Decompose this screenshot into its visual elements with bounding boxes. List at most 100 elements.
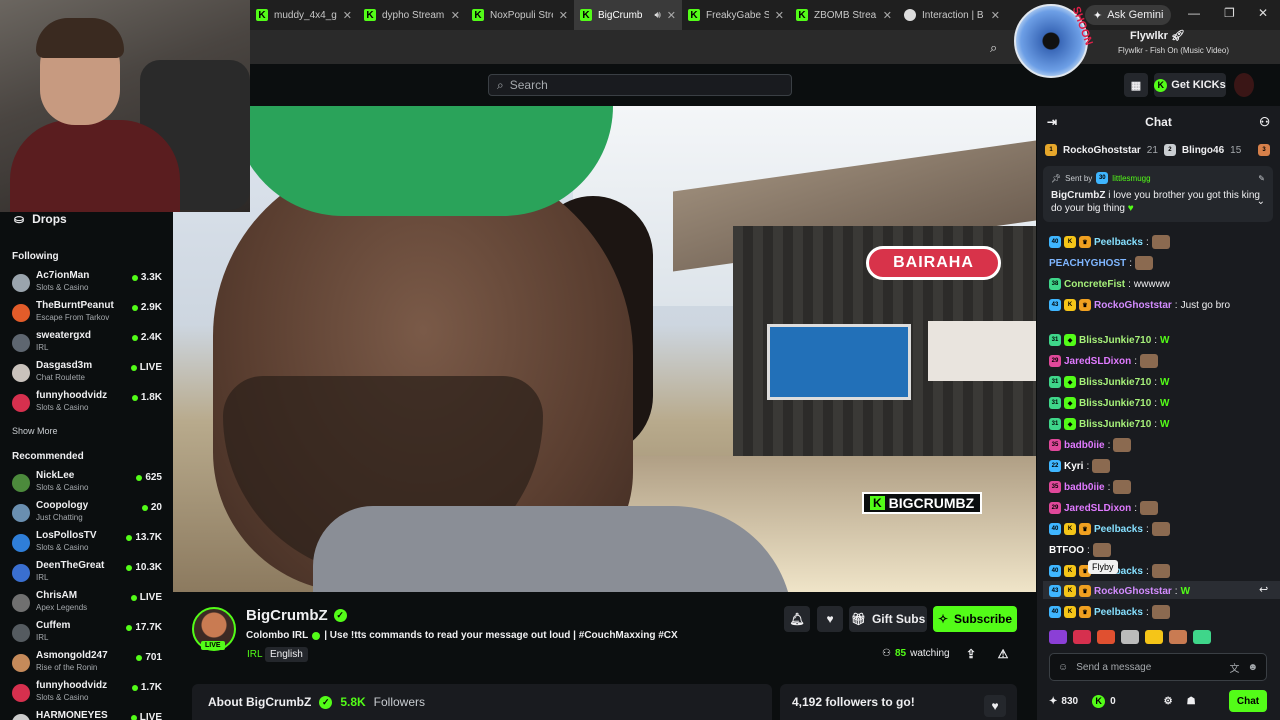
- chat-username[interactable]: ConcreteFist: [1064, 279, 1125, 290]
- tab-close-icon[interactable]: ✕: [775, 9, 784, 22]
- chat-username[interactable]: BlissJunkie710: [1079, 398, 1151, 409]
- chat-message[interactable]: 31 ◆ BlissJunkie710: W: [1049, 332, 1170, 348]
- emote-icon[interactable]: [1169, 630, 1187, 644]
- sidebar-channel[interactable]: TheBurntPeanut Escape From Tarkov 2.9K: [12, 300, 162, 328]
- chat-username[interactable]: badb0iie: [1064, 482, 1105, 493]
- send-chat-button[interactable]: Chat: [1229, 690, 1267, 712]
- sidebar-channel[interactable]: HARMONEYES LIVE: [12, 710, 162, 720]
- category-tag[interactable]: IRL: [242, 647, 268, 662]
- search-input[interactable]: ⌕ Search: [488, 74, 792, 96]
- chat-message[interactable]: BTFOO:: [1049, 542, 1111, 558]
- chat-message[interactable]: PEACHYGHOST:: [1049, 255, 1154, 271]
- emote-icon[interactable]: [1097, 630, 1115, 644]
- chat-message[interactable]: 38 ConcreteFist: wwwww: [1049, 276, 1170, 292]
- chat-message[interactable]: 29 JaredSLDixon:: [1049, 500, 1159, 516]
- chat-username[interactable]: JaredSLDixon: [1064, 503, 1131, 514]
- tab-close-icon[interactable]: ✕: [667, 9, 676, 22]
- sidebar-channel[interactable]: Cuffem IRL 17.7K: [12, 620, 162, 648]
- pinned-sender[interactable]: littlesmugg: [1112, 174, 1150, 183]
- emote-icon[interactable]: [1073, 630, 1091, 644]
- chat-username[interactable]: Peelbacks: [1094, 524, 1143, 535]
- browser-tab[interactable]: Interaction | B ✕: [898, 0, 1006, 30]
- chat-message[interactable]: 43 K ♛ RockoGhoststar: Just go bro: [1049, 297, 1230, 313]
- sidebar-channel[interactable]: sweatergxd IRL 2.4K: [12, 330, 162, 358]
- sidebar-channel[interactable]: Dasgasd3m Chat Roulette LIVE: [12, 360, 162, 388]
- tab-close-icon[interactable]: ✕: [451, 9, 460, 22]
- chat-message[interactable]: 31 ◆ BlissJunkie710: W: [1049, 416, 1170, 432]
- chat-username[interactable]: Kyri: [1064, 461, 1083, 472]
- emoji-icon[interactable]: ☻: [1247, 662, 1258, 673]
- streamer-name[interactable]: BigCrumbZ ✓: [246, 607, 347, 624]
- browser-tab[interactable]: K NoxPopuli Stre ✕: [466, 0, 574, 30]
- sidebar-channel[interactable]: Ac7ionMan Slots & Casino 3.3K: [12, 270, 162, 298]
- chat-username[interactable]: RockoGhoststar: [1094, 586, 1172, 597]
- chat-message[interactable]: 40 K ♛ Peelbacks:: [1049, 604, 1170, 620]
- sidebar-channel[interactable]: NickLee Slots & Casino 625: [12, 470, 162, 498]
- emote-icon[interactable]: [1145, 630, 1163, 644]
- chat-message[interactable]: 29 JaredSLDixon:: [1049, 353, 1159, 369]
- pinned-author[interactable]: BigCrumbZ: [1051, 190, 1105, 201]
- video-player[interactable]: BAIRAHA: [173, 106, 1036, 592]
- chat-username[interactable]: BlissJunkie710: [1079, 335, 1151, 346]
- report-icon[interactable]: ⚠: [994, 645, 1012, 663]
- chat-username[interactable]: RockoGhoststar: [1094, 300, 1172, 311]
- subscribe-button[interactable]: ✧ Subscribe: [933, 606, 1017, 632]
- gear-icon[interactable]: ⚙: [1164, 696, 1173, 707]
- chat-username[interactable]: JaredSLDixon: [1064, 356, 1131, 367]
- chat-message[interactable]: 35 badb0iie:: [1049, 479, 1132, 495]
- drops-link[interactable]: ⛀ Drops: [14, 212, 67, 226]
- sidebar-channel[interactable]: funnyhoodvidz Slots & Casino 1.7K: [12, 680, 162, 708]
- sidebar-channel[interactable]: funnyhoodvidz Slots & Casino 1.8K: [12, 390, 162, 418]
- chevron-down-icon[interactable]: ⌄: [1257, 196, 1265, 207]
- chat-username[interactable]: PEACHYGHOST: [1049, 258, 1126, 269]
- browser-tab[interactable]: K BigCrumb 🔊︎ ✕: [574, 0, 682, 30]
- reply-icon[interactable]: ↩: [1259, 583, 1268, 596]
- emote-icon[interactable]: [1121, 630, 1139, 644]
- browser-tab[interactable]: K ZBOMB Strea ✕: [790, 0, 898, 30]
- collapse-chat-icon[interactable]: ⇥: [1047, 115, 1057, 129]
- heart-icon[interactable]: ♥: [817, 606, 843, 632]
- sidebar-channel[interactable]: DeenTheGreat IRL 10.3K: [12, 560, 162, 588]
- tab-close-icon[interactable]: ✕: [991, 9, 1000, 22]
- translate-icon[interactable]: 文: [1229, 660, 1239, 675]
- share-icon[interactable]: ⇪: [962, 645, 980, 663]
- tab-close-icon[interactable]: ✕: [559, 9, 568, 22]
- browser-tab[interactable]: Kmuddy_4x4_g ✕: [250, 0, 358, 30]
- language-tag[interactable]: English: [265, 647, 308, 662]
- sidebar-channel[interactable]: Coopology Just Chatting 20: [12, 500, 162, 528]
- chat-message[interactable]: 31 ◆ BlissJunkie710: W: [1049, 374, 1170, 390]
- unpin-icon[interactable]: ✎: [1258, 174, 1265, 183]
- browser-tab[interactable]: K FreakyGabe S ✕: [682, 0, 790, 30]
- emote-icon[interactable]: [1193, 630, 1211, 644]
- tab-close-icon[interactable]: ✕: [343, 9, 352, 22]
- chat-message[interactable]: 22 Kyri:: [1049, 458, 1111, 474]
- bell-icon[interactable]: 🔔︎: [784, 606, 810, 632]
- heart-icon[interactable]: ♥: [984, 695, 1006, 717]
- zoom-icon[interactable]: ⌕: [990, 40, 997, 56]
- emote-picker-icon[interactable]: ☺: [1058, 662, 1068, 673]
- chat-message[interactable]: 31 ◆ BlissJunkie710: W: [1049, 395, 1170, 411]
- chat-message[interactable]: 35 badb0iie:: [1049, 437, 1132, 453]
- tab-close-icon[interactable]: ✕: [883, 9, 892, 22]
- chat-message[interactable]: 40 K ♛ Peelbacks:: [1049, 521, 1170, 537]
- chat-username[interactable]: BTFOO: [1049, 545, 1084, 556]
- chat-username[interactable]: badb0iie: [1064, 440, 1105, 451]
- bot-icon[interactable]: ☗: [1187, 696, 1196, 707]
- leader-name[interactable]: RockoGhoststar: [1063, 145, 1141, 156]
- show-more-link[interactable]: Show More: [12, 426, 58, 436]
- emote-icon[interactable]: [1049, 630, 1067, 644]
- chat-username[interactable]: Peelbacks: [1094, 607, 1143, 618]
- browser-tab[interactable]: Kdypho Stream ✕: [358, 0, 466, 30]
- chat-username[interactable]: Peelbacks: [1094, 237, 1143, 248]
- chat-input[interactable]: ☺ Send a message 文 ☻: [1049, 653, 1267, 681]
- chat-message[interactable]: 40 K ♛ Peelbacks:: [1049, 234, 1170, 250]
- sidebar-channel[interactable]: Asmongold247 Rise of the Ronin 701: [12, 650, 162, 678]
- sidebar-channel[interactable]: ChrisAM Apex Legends LIVE: [12, 590, 162, 618]
- speaker-icon[interactable]: 🔊︎: [654, 10, 660, 21]
- leader-name[interactable]: Blingo46: [1182, 145, 1224, 156]
- chat-message[interactable]: 43 K ♛ RockoGhoststar: W: [1049, 583, 1190, 599]
- gift-subs-button[interactable]: 🎁︎ Gift Subs: [849, 606, 927, 632]
- chat-username[interactable]: BlissJunkie710: [1079, 419, 1151, 430]
- users-icon[interactable]: ⚇: [1259, 115, 1270, 129]
- sidebar-channel[interactable]: LosPollosTV Slots & Casino 13.7K: [12, 530, 162, 558]
